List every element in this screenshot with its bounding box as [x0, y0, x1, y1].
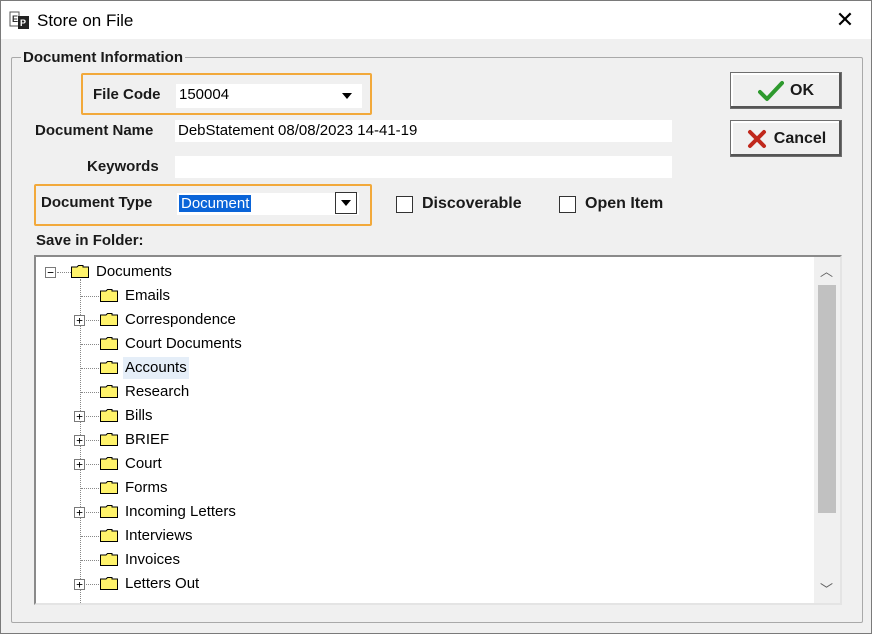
file-code-combo[interactable]: 150004 [176, 84, 362, 108]
tree-root-documents[interactable]: − Documents [36, 261, 436, 283]
chevron-down-icon [341, 200, 351, 206]
tree-item[interactable]: + BRIEF [36, 429, 436, 451]
expand-icon[interactable]: + [74, 411, 85, 422]
scroll-thumb[interactable] [818, 285, 836, 513]
folder-icon [100, 577, 118, 590]
tree-connector [81, 344, 99, 345]
discoverable-checkbox[interactable] [396, 196, 413, 213]
chevron-down-icon[interactable] [342, 93, 352, 99]
tree-item[interactable]: Accounts [36, 357, 436, 379]
tree-scrollbar[interactable]: ︿ ﹀ [814, 257, 840, 603]
ok-button[interactable]: OK [730, 72, 842, 109]
checkmark-icon [758, 80, 784, 101]
svg-text:E: E [12, 14, 18, 24]
tree-item[interactable]: + Correspondence [36, 309, 436, 331]
tree-item-label: BRIEF [125, 431, 170, 448]
tree-connector [81, 368, 99, 369]
folder-tree-items: − Documents Emails + Correspondence Court D… [36, 257, 814, 603]
document-type-value: Document [179, 195, 252, 212]
app-logo-icon: E P [9, 11, 29, 29]
tree-item[interactable]: + Letters Out [36, 573, 436, 595]
expand-icon[interactable]: + [74, 459, 85, 470]
close-icon[interactable]: ✕ [825, 5, 865, 35]
open-item-label[interactable]: Open Item [585, 195, 663, 213]
tree-item-label: Correspondence [125, 311, 236, 328]
tree-item-label: Letters Out [125, 575, 200, 592]
tree-item[interactable]: + Bills [36, 405, 436, 427]
folder-icon [100, 289, 118, 302]
tree-item[interactable]: Interviews [36, 525, 436, 547]
group-legend: Document Information [21, 49, 185, 66]
save-in-folder-label: Save in Folder: [36, 232, 144, 249]
tree-item-label: Bills [125, 407, 153, 424]
open-item-checkbox[interactable] [559, 196, 576, 213]
tree-item-label: Court [125, 455, 162, 472]
tree-item-label: Court Documents [125, 335, 242, 352]
tree-item[interactable]: Court Documents [36, 333, 436, 355]
folder-icon [100, 409, 118, 422]
tree-item[interactable]: Invoices [36, 549, 436, 571]
tree-item[interactable]: Research [36, 381, 436, 403]
collapse-icon[interactable]: − [45, 267, 56, 278]
expand-icon[interactable]: + [74, 579, 85, 590]
folder-icon [100, 337, 118, 350]
tree-item-partial [36, 597, 236, 603]
tree-item[interactable]: + Incoming Letters [36, 501, 436, 523]
title-bar: E P Store on File ✕ [1, 1, 871, 39]
folder-icon [100, 385, 118, 398]
tree-item[interactable]: Emails [36, 285, 436, 307]
file-code-label: File Code [93, 86, 161, 103]
tree-connector [81, 536, 99, 537]
discoverable-label[interactable]: Discoverable [422, 195, 522, 213]
document-type-dropdown-button[interactable] [335, 192, 357, 214]
cancel-label: Cancel [773, 129, 827, 147]
ok-label: OK [790, 81, 814, 99]
folder-icon [100, 529, 118, 542]
folder-icon [100, 505, 118, 518]
store-on-file-dialog: E P Store on File ✕ Document Information… [0, 0, 872, 634]
tree-item-label: Incoming Letters [125, 503, 236, 520]
tree-connector [81, 560, 99, 561]
scroll-down-icon[interactable]: ﹀ [820, 583, 833, 597]
tree-item-label: Emails [125, 287, 171, 304]
tree-connector [81, 296, 99, 297]
window-title: Store on File [37, 11, 134, 30]
svg-text:P: P [20, 18, 26, 28]
folder-icon [100, 457, 118, 470]
keywords-input[interactable] [175, 156, 672, 178]
tree-item-label: Research [125, 383, 190, 400]
tree-item-label: Interviews [125, 527, 193, 544]
folder-icon [100, 433, 118, 446]
tree-item-label: Forms [125, 479, 168, 496]
expand-icon[interactable]: + [74, 435, 85, 446]
tree-connector [57, 272, 71, 273]
file-code-value: 150004 [179, 86, 230, 103]
keywords-label: Keywords [87, 158, 159, 175]
tree-connector [81, 392, 99, 393]
folder-icon [100, 361, 118, 374]
document-name-input[interactable]: DebStatement 08/08/2023 14-41-19 [175, 120, 672, 142]
tree-connector [81, 488, 99, 489]
folder-icon [100, 313, 118, 326]
folder-icon [100, 553, 118, 566]
folder-tree[interactable]: − Documents Emails + Correspondence Court D… [34, 255, 842, 605]
folder-icon [100, 481, 118, 494]
cancel-x-icon [747, 129, 766, 148]
tree-item[interactable]: Forms [36, 477, 436, 499]
document-type-label: Document Type [41, 194, 153, 211]
tree-item-label: Documents [96, 263, 172, 280]
cancel-button[interactable]: Cancel [730, 120, 842, 157]
expand-icon[interactable]: + [74, 507, 85, 518]
tree-item[interactable]: + Court [36, 453, 436, 475]
document-name-label: Document Name [35, 122, 154, 139]
tree-item-label: Invoices [125, 551, 181, 568]
document-type-combo[interactable]: Document [177, 193, 359, 215]
tree-item-label: Accounts [123, 357, 189, 379]
scroll-up-icon[interactable]: ︿ [820, 265, 833, 279]
folder-icon [71, 265, 89, 278]
expand-icon[interactable]: + [74, 315, 85, 326]
